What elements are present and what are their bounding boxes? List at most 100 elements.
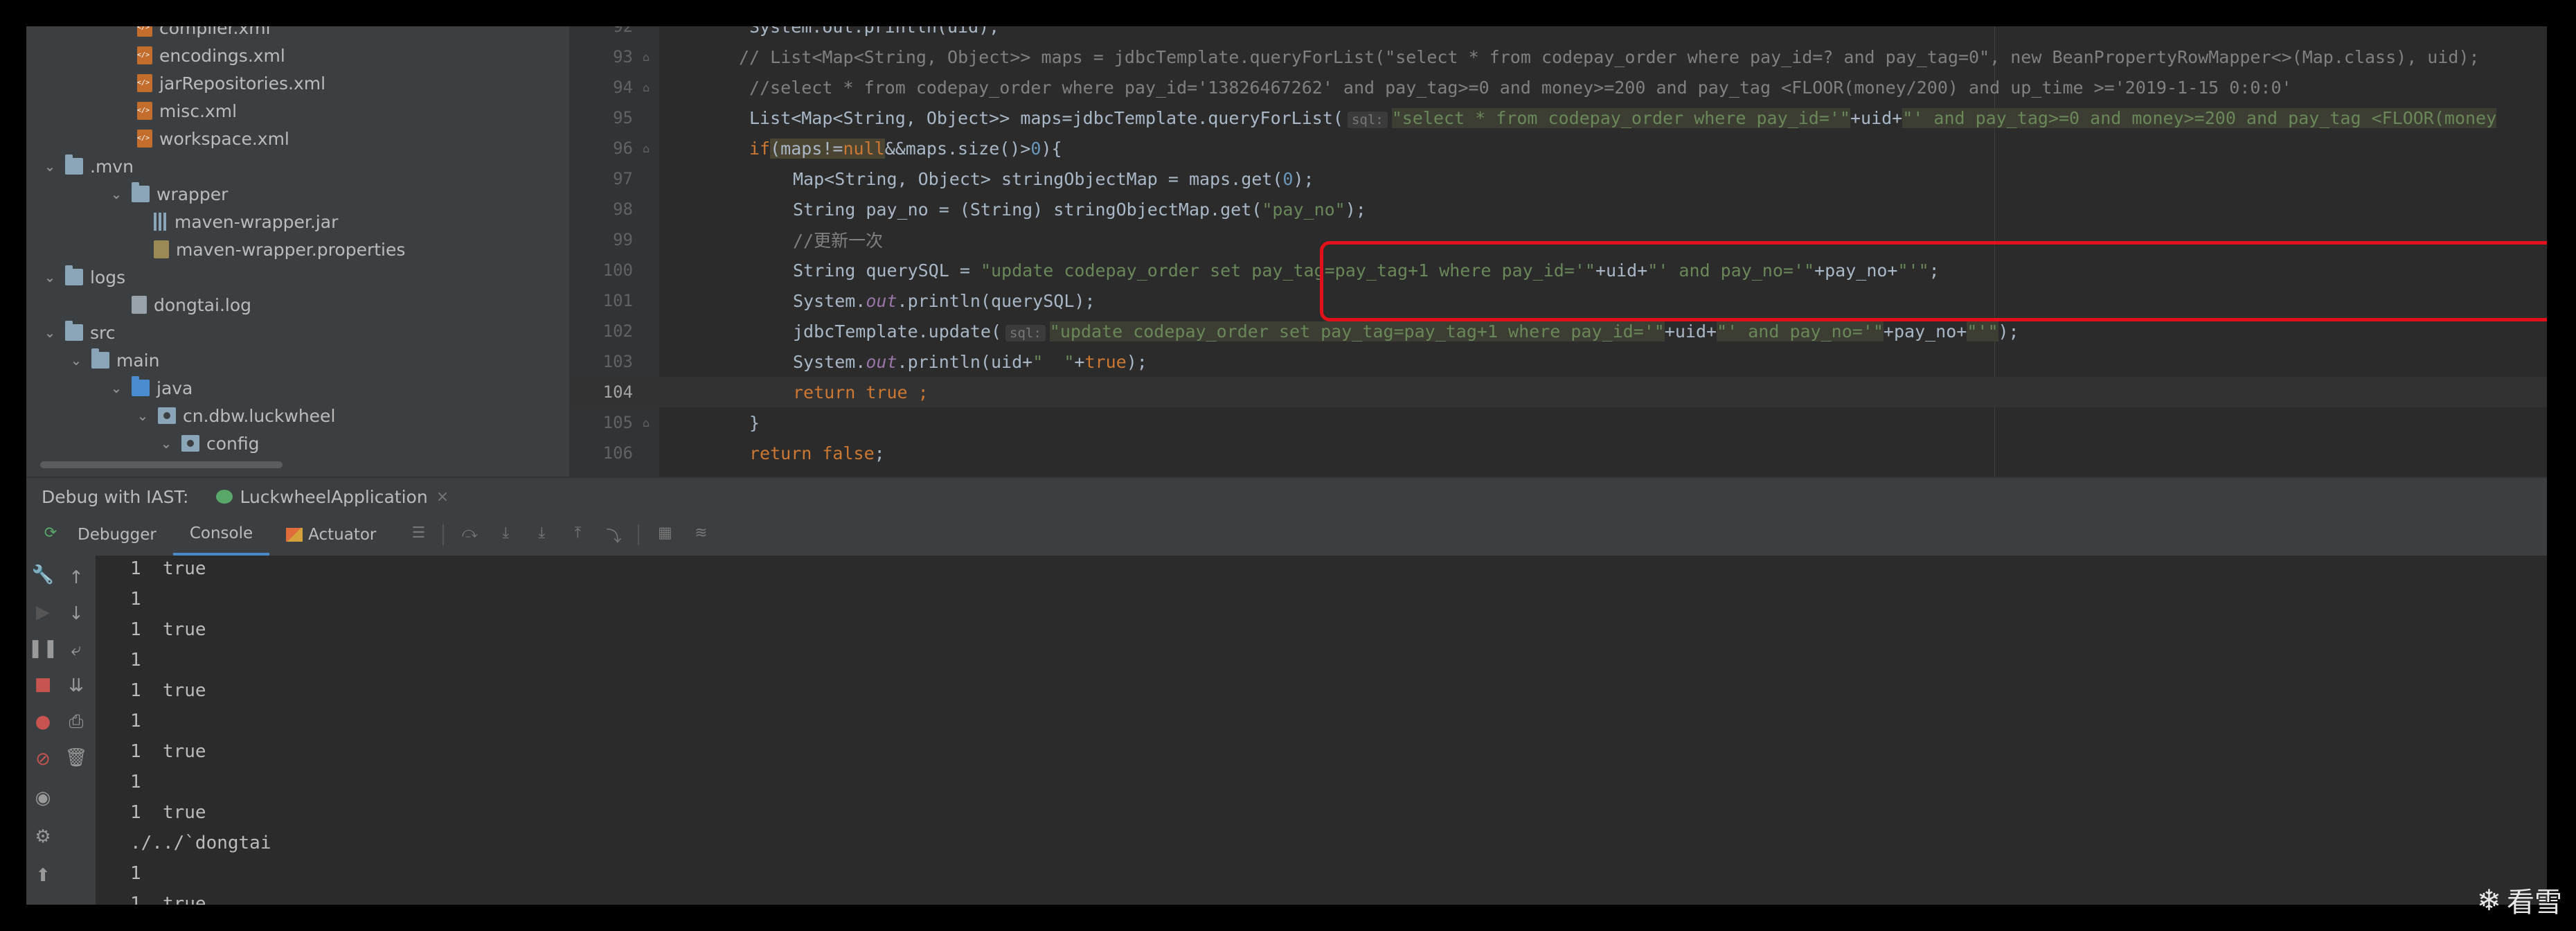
tree-item[interactable]: misc.xml	[114, 97, 237, 125]
evaluate-icon[interactable]: ▦	[654, 524, 675, 545]
menu-icon[interactable]: ☰	[408, 524, 429, 545]
pause-icon[interactable]: ❚❚	[26, 633, 60, 664]
chevron-down-icon[interactable]: ⌄	[42, 269, 58, 285]
code-line[interactable]: 98 String pay_no = (String) stringObject…	[569, 194, 2547, 224]
code-line[interactable]: 103 System.out.println(uid+" "+true);	[569, 346, 2547, 377]
tree-item[interactable]: workspace.xml	[114, 125, 289, 152]
console-line: 1 true	[130, 680, 206, 701]
tree-item[interactable]: dongtai.log	[108, 291, 251, 319]
fold-icon[interactable]: ⌂	[633, 51, 659, 64]
tree-item[interactable]: ⌄ logs	[42, 263, 125, 291]
tree-item[interactable]: ⌄ wrapper	[108, 180, 228, 208]
tree-item[interactable]: ⌄ main	[68, 346, 159, 374]
console-line: 1 true	[130, 802, 206, 823]
line-number: 94	[613, 78, 633, 97]
tree-item-label: java	[156, 378, 193, 398]
snowflake-icon: ❄	[2476, 883, 2501, 917]
tree-item[interactable]: ⌄ .mvn	[42, 152, 134, 180]
chevron-down-icon[interactable]: ⌄	[108, 186, 125, 202]
chevron-down-icon[interactable]: ⌄	[42, 324, 58, 341]
code-line[interactable]: 94 ⌂ //select * from codepay_order where …	[569, 72, 2547, 103]
console-line: ./../`dongtai	[130, 833, 271, 853]
tree-item[interactable]: jarRepositories.xml	[114, 69, 325, 97]
tree-item[interactable]: compiler.xml	[114, 26, 271, 42]
fold-icon[interactable]: ⌂	[633, 81, 659, 94]
fold-icon[interactable]: ⌂	[633, 416, 659, 429]
tree-item-label: workspace.xml	[159, 128, 289, 149]
xml-file-icon	[137, 46, 152, 64]
tree-item[interactable]: ⌄ java	[108, 374, 193, 402]
chevron-down-icon[interactable]: ⌄	[68, 352, 84, 369]
step-over-icon[interactable]: ⤼	[459, 524, 480, 545]
tree-item[interactable]: ⌄ cn.dbw.luckwheel	[134, 402, 336, 429]
tree-item-label: config	[206, 433, 260, 454]
chevron-down-icon[interactable]: ⌄	[108, 380, 125, 396]
debug-toolbar: ⟳ Debugger Console Actuator ☰ ⤼ ⤓ ⤓ ⤒ ⤵ …	[26, 514, 2547, 556]
close-icon[interactable]: ×	[436, 488, 449, 506]
scroll-to-end-icon[interactable]: ⇊	[60, 671, 93, 701]
code-text: (maps!=	[770, 138, 843, 159]
settings-gear-icon[interactable]: ⚙	[26, 822, 60, 852]
keyword: return true ;	[793, 382, 929, 402]
run-to-cursor-icon[interactable]: ⤵	[603, 524, 624, 546]
mute-breakpoints-icon[interactable]: ⊘	[26, 744, 60, 774]
code-comment: //select * from codepay_order where pay_…	[749, 77, 2292, 98]
force-step-into-icon[interactable]: ⤓	[531, 524, 552, 545]
actuator-icon	[286, 528, 303, 542]
horizontal-scrollbar[interactable]	[40, 461, 283, 468]
tree-item[interactable]: ⌄ config	[158, 429, 260, 457]
code-line[interactable]: 97 Map<String, Object> stringObjectMap =…	[569, 163, 2547, 194]
tree-item[interactable]: ⌄ src	[42, 319, 116, 346]
pin-icon[interactable]: ⬆	[26, 860, 60, 891]
line-number: 103	[602, 352, 633, 371]
camera-icon[interactable]: ◉	[26, 783, 60, 813]
step-out-icon[interactable]: ⤒	[567, 524, 588, 545]
wrench-icon[interactable]: 🔧	[26, 560, 60, 590]
stop-icon[interactable]: ■	[26, 669, 60, 700]
line-number: 105	[602, 413, 633, 432]
package-icon	[158, 407, 176, 424]
console-line: 1	[130, 863, 141, 884]
trace-icon[interactable]: ≋	[690, 524, 711, 545]
run-config-tab[interactable]: LuckwheelApplication ×	[216, 487, 449, 507]
code-line-current[interactable]: 104 return true ;	[569, 377, 2547, 407]
chevron-down-icon[interactable]: ⌄	[134, 407, 151, 424]
tab-console[interactable]: Console	[172, 514, 270, 556]
up-arrow-icon[interactable]: ↑	[60, 562, 93, 593]
string-literal: "pay_no"	[1262, 199, 1345, 220]
resume-icon[interactable]: ▶	[26, 597, 60, 628]
line-number: 96	[613, 139, 633, 158]
tab-debugger[interactable]: Debugger	[61, 514, 173, 556]
code-line[interactable]: 96 ⌂ if(maps!=null&&maps.size()>0){	[569, 133, 2547, 163]
tree-item-label: wrapper	[156, 184, 229, 204]
code-line[interactable]: 93 ⌂ // List<Map<String, Object>> maps = …	[569, 42, 2547, 72]
xml-file-icon	[137, 130, 152, 148]
down-arrow-icon[interactable]: ↓	[60, 598, 93, 629]
code-line[interactable]: 95 List<Map<String, Object>> maps=jdbcTe…	[569, 103, 2547, 133]
console-line: 1 true	[130, 619, 206, 640]
fold-icon[interactable]: ⌂	[633, 142, 659, 155]
debug-tool-window-header: Debug with IAST: LuckwheelApplication ×	[26, 477, 2547, 515]
code-line[interactable]: 105 ⌂ }	[569, 407, 2547, 438]
tree-item[interactable]: maven-wrapper.properties	[130, 236, 405, 263]
print-icon[interactable]: ⎙	[60, 707, 93, 737]
line-number: 106	[602, 443, 633, 463]
sql-inlay-hint: sql:	[1347, 111, 1388, 128]
tab-actuator[interactable]: Actuator	[269, 514, 393, 556]
step-into-icon[interactable]: ⤓	[495, 524, 516, 545]
tree-item[interactable]: maven-wrapper.jar	[130, 208, 338, 236]
console-output[interactable]: 1 true 1 1 true 1 1 true 1 1 true 1 1 true ./../`…	[96, 556, 2547, 905]
soft-wrap-icon[interactable]: ⤶	[60, 635, 93, 665]
code-text: System.	[793, 290, 866, 311]
code-text: List<Map<String, Object>> maps=jdbcTempl…	[749, 107, 1343, 128]
code-editor[interactable]: 92 System.out.println(uid); 93 ⌂ // List<…	[569, 26, 2547, 477]
trash-icon[interactable]: 🗑	[60, 743, 93, 773]
code-line[interactable]: 92 System.out.println(uid);	[569, 26, 2547, 42]
rerun-icon[interactable]: ⟳	[40, 524, 61, 545]
view-breakpoints-icon[interactable]: ●	[26, 707, 60, 737]
chevron-down-icon[interactable]: ⌄	[158, 435, 175, 452]
tree-item[interactable]: encodings.xml	[114, 42, 285, 69]
chevron-down-icon[interactable]: ⌄	[42, 158, 58, 175]
log-file-icon	[132, 296, 147, 314]
code-line[interactable]: 106 return false;	[569, 438, 2547, 468]
